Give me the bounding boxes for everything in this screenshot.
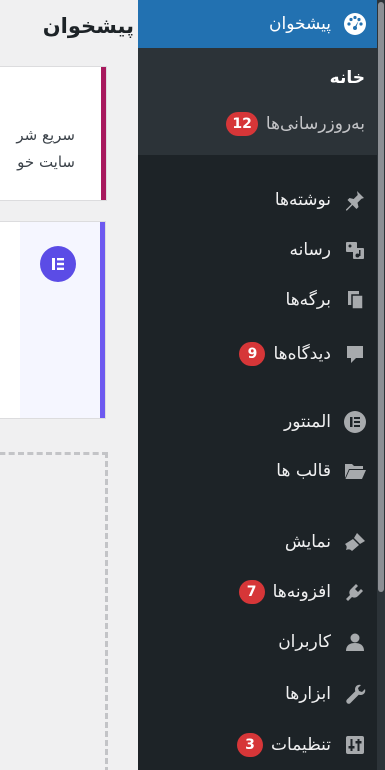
menu-tools-label: ابزارها	[285, 684, 331, 704]
menu-media[interactable]: رسانه	[138, 232, 377, 268]
menu-plugins-label: افزونه‌ها	[272, 582, 331, 602]
menu-templates[interactable]: قالب ها	[138, 453, 377, 489]
comments-icon	[333, 336, 377, 372]
menu-settings-label: تنظیمات	[271, 735, 331, 755]
menu-comments-label: دیدگاه‌ها	[273, 344, 331, 364]
elementor-card	[0, 222, 105, 418]
menu-templates-label: قالب ها	[276, 461, 331, 481]
folder-icon	[333, 453, 377, 489]
brush-icon	[333, 524, 377, 560]
sidebar-scrollbar[interactable]	[377, 0, 385, 770]
menu-plugins[interactable]: افزونه‌ها 7	[138, 574, 377, 610]
menu-tools[interactable]: ابزارها	[138, 676, 377, 712]
submenu-updates-label: به‌روزرسانی‌ها	[265, 114, 365, 134]
welcome-card: سریع شر سایت خو	[0, 67, 106, 200]
admin-sidebar: پیشخوان خانه به‌روزرسانی‌ها 12 نوشته‌ها …	[130, 0, 385, 770]
menu-posts-label: نوشته‌ها	[274, 190, 331, 210]
main-content: پیشخوان سریع شر سایت خو	[0, 0, 138, 770]
submenu-updates[interactable]: به‌روزرسانی‌ها 12	[226, 112, 365, 136]
menu-dashboard[interactable]: پیشخوان	[130, 0, 377, 48]
dashboard-drop-zone	[0, 452, 108, 770]
menu-elementor[interactable]: المنتور	[138, 404, 377, 440]
menu-pages-label: برگه‌ها	[285, 290, 331, 310]
user-icon	[333, 624, 377, 660]
welcome-text-line1: سریع شر	[16, 126, 75, 144]
media-icon	[333, 232, 377, 268]
menu-users-label: کاربران	[278, 632, 331, 652]
menu-elementor-label: المنتور	[284, 412, 331, 432]
plugins-count-badge: 7	[238, 580, 265, 604]
menu-comments[interactable]: دیدگاه‌ها 9	[138, 336, 377, 372]
updates-count-badge: 12	[226, 112, 258, 136]
plugin-icon	[333, 574, 377, 610]
menu-pages[interactable]: برگه‌ها	[138, 282, 377, 318]
welcome-text-line2: سایت خو	[17, 153, 75, 171]
menu-media-label: رسانه	[289, 240, 331, 260]
settings-icon	[333, 727, 377, 763]
menu-users[interactable]: کاربران	[138, 624, 377, 660]
gauge-icon	[333, 6, 377, 42]
settings-count-badge: 3	[237, 733, 264, 757]
menu-dashboard-label: پیشخوان	[269, 14, 331, 34]
submenu-home-label: خانه	[329, 68, 365, 88]
page-title: پیشخوان	[42, 14, 134, 38]
menu-posts[interactable]: نوشته‌ها	[138, 182, 377, 218]
menu-settings[interactable]: تنظیمات 3	[138, 727, 377, 763]
pin-icon	[333, 182, 377, 218]
elementor-icon	[333, 404, 377, 440]
menu-appearance-label: نمایش	[284, 532, 331, 552]
comments-count-badge: 9	[239, 342, 266, 366]
dashboard-submenu: خانه به‌روزرسانی‌ها 12	[138, 48, 377, 155]
submenu-home[interactable]: خانه	[330, 68, 365, 88]
menu-appearance[interactable]: نمایش	[138, 524, 377, 560]
wrench-icon	[333, 676, 377, 712]
pages-icon	[333, 282, 377, 318]
elementor-logo-icon	[40, 246, 76, 282]
